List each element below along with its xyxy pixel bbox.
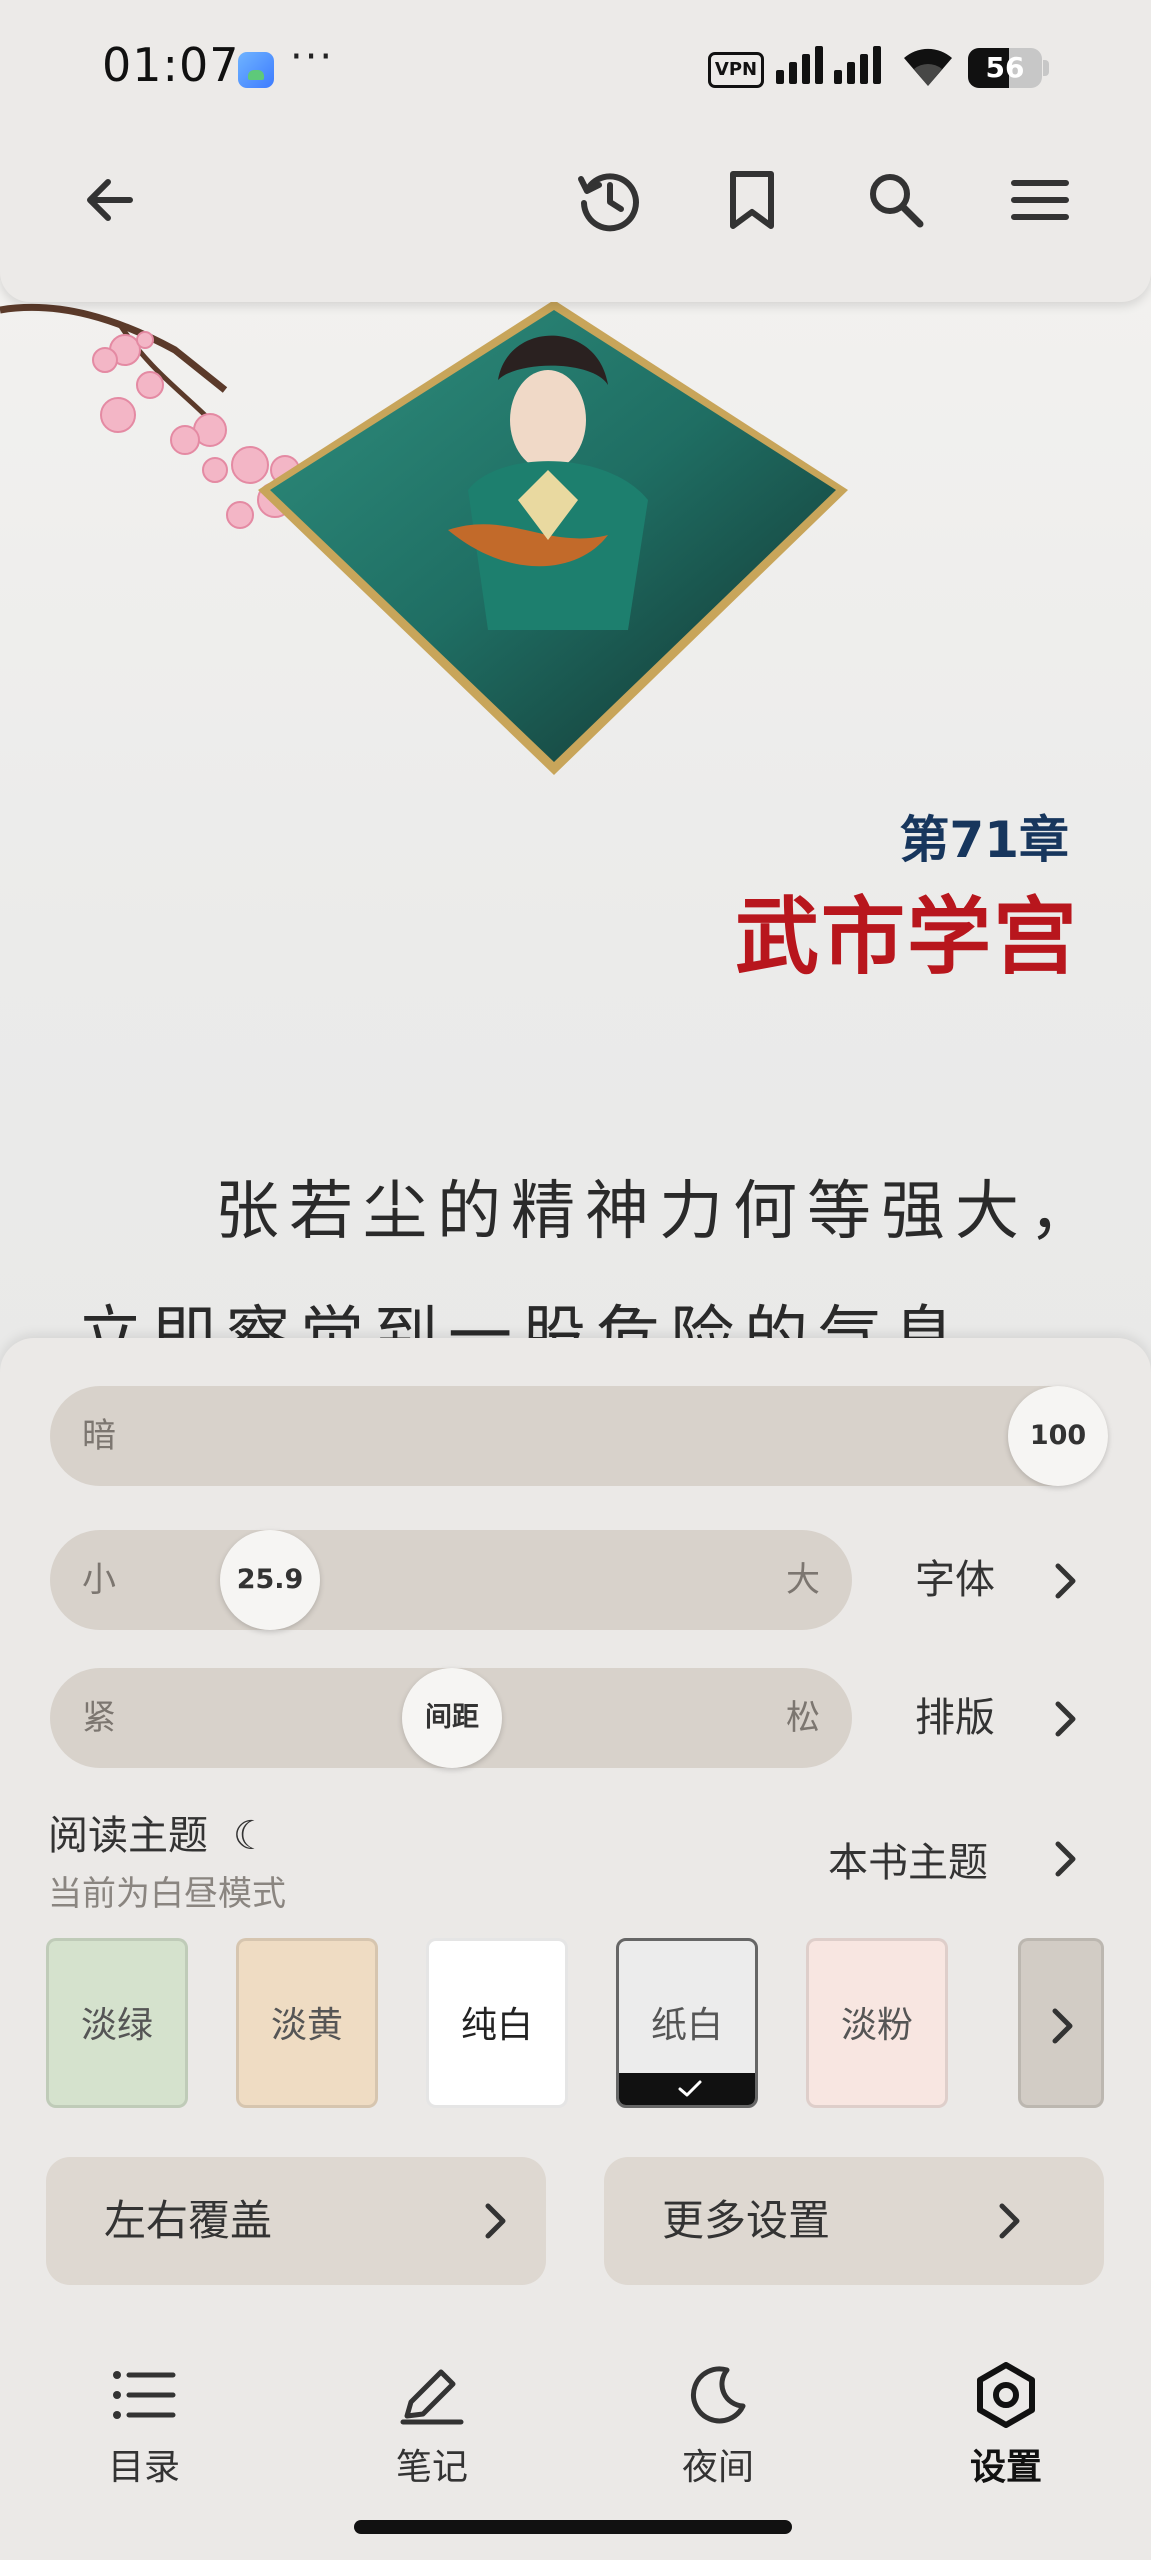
theme-swatch-light-pink[interactable]: 淡粉 — [806, 1938, 948, 2108]
nav-toc-label: 目录 — [107, 2447, 180, 2488]
bookmark-icon — [730, 171, 774, 229]
nav-settings[interactable]: 设置 — [926, 2360, 1086, 2490]
home-indicator[interactable] — [354, 2520, 792, 2534]
moon-icon[interactable]: ☾ — [233, 1813, 269, 1859]
more-settings-button[interactable]: 更多设置 — [604, 2157, 1104, 2285]
signal-icon — [776, 46, 881, 84]
chapter-number: 第71章 — [899, 811, 1069, 869]
nav-night-mode[interactable]: 夜间 — [638, 2360, 798, 2490]
settings-hexagon-icon — [977, 2362, 1035, 2428]
font-size-slider[interactable]: 小 大 25.9 — [50, 1530, 852, 1630]
pen-icon — [400, 2369, 464, 2425]
chapter-illustration — [258, 300, 848, 775]
book-theme-link[interactable]: 本书主题 — [828, 1830, 988, 1888]
battery-indicator: 56 — [968, 48, 1042, 88]
list-icon — [113, 2371, 176, 2419]
nav-settings-label: 设置 — [969, 2447, 1042, 2488]
arrow-left-icon — [87, 179, 133, 221]
nav-night-mode-label: 夜间 — [681, 2447, 754, 2488]
app-notification-icon — [238, 52, 274, 88]
history-icon — [578, 173, 639, 232]
chevron-right-icon — [1055, 1563, 1076, 1599]
checkmark-icon — [678, 2080, 702, 2097]
battery-percent: 56 — [985, 51, 1025, 84]
brightness-label: 暗 — [82, 1416, 116, 1456]
nav-notes-label: 笔记 — [395, 2447, 468, 2488]
spacing-max-label: 松 — [786, 1698, 820, 1738]
wifi-icon — [904, 48, 952, 86]
status-bar: 01:07 ··· VPN 56 — [0, 0, 1151, 140]
layout-link[interactable]: 排版 — [915, 1668, 995, 1768]
font-size-min-label: 小 — [82, 1560, 116, 1600]
status-time: 01:07 — [102, 38, 240, 92]
brightness-knob[interactable]: 100 — [1008, 1386, 1108, 1486]
chevron-right-icon — [1055, 1841, 1076, 1877]
search-button[interactable] — [856, 160, 936, 240]
theme-swatch-light-yellow[interactable]: 淡黄 — [236, 1938, 378, 2108]
brightness-slider[interactable]: 暗 100 — [50, 1386, 1108, 1486]
font-size-knob[interactable]: 25.9 — [220, 1530, 320, 1630]
nav-toc[interactable]: 目录 — [64, 2360, 224, 2490]
body-text-line: 张若尘的精神力何等强大， — [215, 1175, 1103, 1249]
reading-theme-label: 阅读主题 — [48, 1813, 208, 1859]
history-button[interactable] — [568, 160, 648, 240]
spacing-knob[interactable]: 间距 — [402, 1668, 502, 1768]
chevron-right-icon — [485, 2203, 506, 2239]
moon-icon — [691, 2366, 746, 2424]
theme-swatch-paper-white[interactable]: 纸白 — [616, 1938, 758, 2108]
vpn-badge: VPN — [708, 52, 764, 88]
more-settings-label: 更多设置 — [662, 2196, 831, 2245]
more-notifications-icon: ··· — [290, 34, 335, 80]
font-link[interactable]: 字体 — [915, 1530, 995, 1630]
reader-top-toolbar: 01:07 ··· VPN 56 — [0, 0, 1151, 302]
theme-mode-subtitle: 当前为白昼模式 — [48, 1874, 286, 1914]
menu-button[interactable] — [1000, 160, 1080, 240]
chapter-title: 武市学宫 — [734, 887, 1079, 986]
menu-icon — [1011, 180, 1069, 220]
chevron-right-icon — [999, 2203, 1020, 2239]
battery-tip — [1043, 60, 1049, 76]
page-turn-mode-button[interactable]: 左右覆盖 — [46, 2157, 546, 2285]
chevron-right-icon — [1055, 1701, 1076, 1737]
more-themes-button[interactable] — [1018, 1938, 1104, 2108]
reading-theme-title: 阅读主题 ☾ — [48, 1803, 269, 1861]
chevron-right-icon — [1052, 2008, 1073, 2044]
search-icon — [870, 174, 924, 228]
reading-page[interactable]: 第71章 武市学宫 张若尘的精神力何等强大， 立即察觉到一股危险的气息 — [0, 280, 1151, 1380]
line-spacing-slider[interactable]: 紧 松 间距 — [50, 1668, 852, 1768]
theme-swatch-light-green[interactable]: 淡绿 — [46, 1938, 188, 2108]
theme-swatch-pure-white[interactable]: 纯白 — [426, 1938, 568, 2108]
nav-notes[interactable]: 笔记 — [352, 2360, 512, 2490]
back-button[interactable] — [70, 160, 150, 240]
spacing-min-label: 紧 — [82, 1698, 116, 1738]
selected-indicator — [619, 2073, 755, 2105]
bookmark-button[interactable] — [712, 160, 792, 240]
font-size-max-label: 大 — [786, 1560, 820, 1600]
page-turn-mode-label: 左右覆盖 — [104, 2196, 273, 2245]
swatch-label: 纸白 — [650, 2005, 723, 2046]
